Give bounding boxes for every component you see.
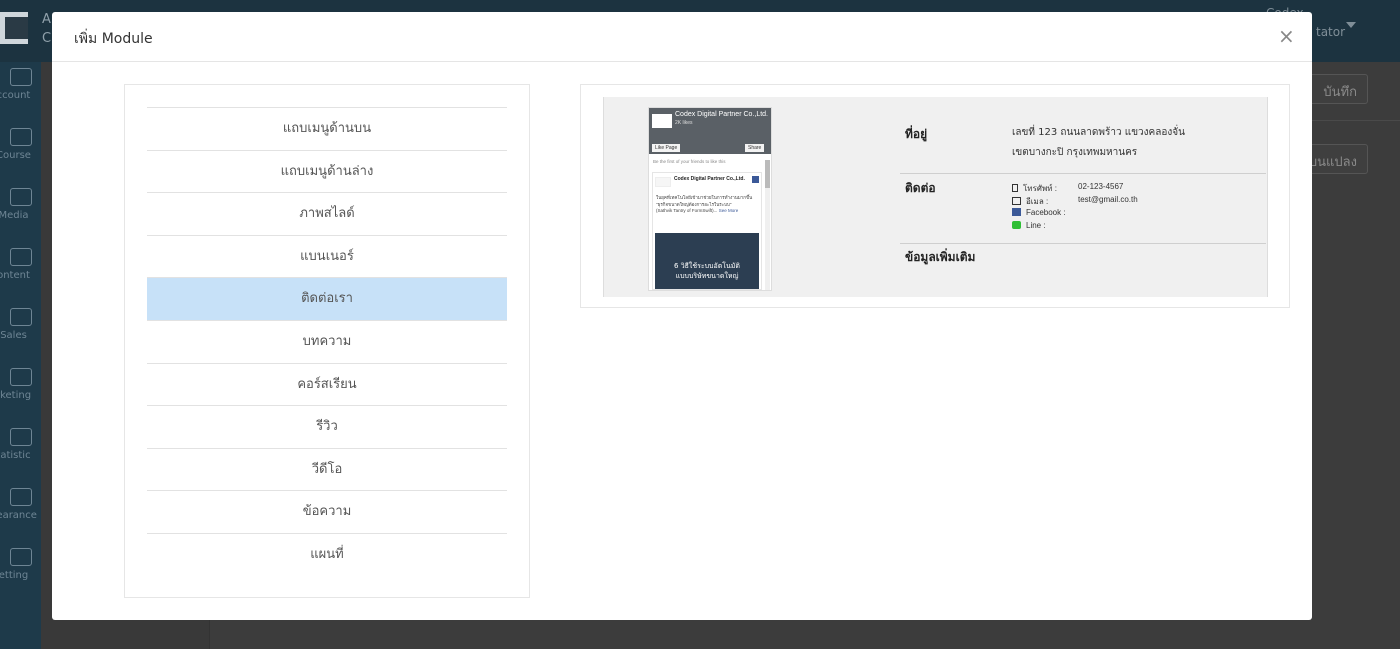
users-icon <box>9 68 32 86</box>
company-logo <box>652 114 672 128</box>
sidebar-item-setting[interactable]: etting <box>0 548 41 581</box>
basket-icon <box>9 308 32 326</box>
facebook-icon <box>752 176 759 183</box>
app-brand-line1: A <box>42 12 51 27</box>
app-sidebar: ccount Course Media ontent Sales rketing… <box>0 62 41 649</box>
facebook-likes: 2K likes <box>675 120 693 126</box>
module-item-top-menu[interactable]: แถบเมนูด้านบน <box>147 107 507 150</box>
sidebar-item-media[interactable]: Media <box>0 188 41 221</box>
modal-title: เพิ่ม Module <box>74 31 153 47</box>
facebook-share-button: Share <box>745 144 765 152</box>
mail-icon <box>1012 197 1021 205</box>
facebook-page-name: Codex Digital Partner Co.,Ltd. <box>675 111 768 118</box>
module-item-articles[interactable]: บทความ <box>147 319 507 363</box>
add-module-modal: เพิ่ม Module × แถบเมนูด้านบน แถบเมนูด้าน… <box>52 12 1312 620</box>
facebook-icon <box>1012 208 1021 216</box>
sidebar-item-marketing[interactable]: rketing <box>0 368 41 401</box>
sidebar-item-sales[interactable]: Sales <box>0 308 41 341</box>
module-item-video[interactable]: วีดีโอ <box>147 447 507 491</box>
address-label: ที่อยู่ <box>905 127 928 141</box>
module-list: แถบเมนูด้านบน แถบเมนูด้านล่าง ภาพสไลด์ แ… <box>147 107 507 576</box>
contact-row: ติดต่อ โทรศัพท์ :02-123-4567 อีเมล : test… <box>900 174 1266 244</box>
company-logo <box>655 177 671 187</box>
play-icon <box>9 188 32 206</box>
close-icon[interactable]: × <box>1278 26 1295 46</box>
facebook-post-image: 6 วิธีใช้ระบบอัตโนมัติ แบบบริษัทขนาดใหญ่ <box>655 233 759 289</box>
address-text: เลขที่ 123 ถนนลาดพร้าว แขวงคลองจั่น เขตบ… <box>1012 127 1185 158</box>
facebook-cover: Codex Digital Partner Co.,Ltd. 2K likes … <box>649 108 771 154</box>
facebook-post-text: ในยุคที่เทคโนโลยีเข้ามาช่วยในการทำงานมาก… <box>656 195 753 213</box>
sidebar-item-appearance[interactable]: pearance <box>0 488 41 521</box>
edit-icon <box>9 248 32 266</box>
modal-header: เพิ่ม Module × <box>52 12 1312 62</box>
monitor-gear-icon <box>9 488 32 506</box>
dollar-icon <box>9 368 32 386</box>
facebook-line: Facebook : <box>1012 208 1066 217</box>
app-logo <box>0 12 28 44</box>
more-info-label: ข้อมูลเพิ่มเติม <box>905 250 976 264</box>
module-item-bottom-menu[interactable]: แถบเมนูด้านล่าง <box>147 149 507 193</box>
app-brand-line2: C <box>42 31 52 46</box>
chart-icon <box>9 428 32 446</box>
contact-label: ติดต่อ <box>905 181 936 195</box>
sidebar-item-statistic[interactable]: tatistic <box>0 428 41 461</box>
facebook-friends-text: Be the first of your friends to like thi… <box>653 159 726 164</box>
email-line: อีเมล : test@gmail.co.th <box>1012 195 1138 208</box>
sidebar-item-account[interactable]: ccount <box>0 68 41 101</box>
user-menu-caret-icon[interactable] <box>1346 22 1356 28</box>
gears-icon <box>9 548 32 566</box>
sidebar-item-course[interactable]: Course <box>0 128 41 161</box>
module-item-slideshow[interactable]: ภาพสไลด์ <box>147 192 507 235</box>
module-preview-panel: Codex Digital Partner Co.,Ltd. 2K likes … <box>580 84 1290 308</box>
app-brand: A C <box>42 10 51 48</box>
facebook-page-widget: Codex Digital Partner Co.,Ltd. 2K likes … <box>648 107 772 291</box>
contact-module-preview: Codex Digital Partner Co.,Ltd. 2K likes … <box>603 97 1268 297</box>
line-icon <box>1012 221 1021 229</box>
sidebar-item-content[interactable]: ontent <box>0 248 41 281</box>
module-item-text[interactable]: ข้อความ <box>147 490 507 533</box>
facebook-post-author: Codex Digital Partner Co.,Ltd. <box>674 176 745 182</box>
line-line: Line : <box>1012 221 1046 230</box>
module-item-banner[interactable]: แบนเนอร์ <box>147 234 507 278</box>
facebook-like-button: Like Page <box>652 144 681 152</box>
user-role: tator <box>1316 25 1346 39</box>
more-info-row: ข้อมูลเพิ่มเติม <box>900 244 1266 297</box>
address-row: ที่อยู่ เลขที่ 123 ถนนลาดพร้าว แขวงคลองจ… <box>900 97 1266 174</box>
module-menu-panel: แถบเมนูด้านบน แถบเมนูด้านล่าง ภาพสไลด์ แ… <box>124 84 530 598</box>
facebook-post: Codex Digital Partner Co.,Ltd. ในยุคที่เ… <box>652 172 762 290</box>
module-item-map[interactable]: แผนที่ <box>147 532 507 576</box>
phone-icon <box>1012 184 1018 192</box>
module-item-contact-us[interactable]: ติดต่อเรา <box>147 277 507 320</box>
module-item-reviews[interactable]: รีวิว <box>147 405 507 448</box>
module-item-courses[interactable]: คอร์สเรียน <box>147 362 507 406</box>
divider <box>1312 120 1400 121</box>
books-icon <box>9 128 32 146</box>
phone-line: โทรศัพท์ :02-123-4567 <box>1012 182 1123 195</box>
scrollbar <box>765 160 770 290</box>
